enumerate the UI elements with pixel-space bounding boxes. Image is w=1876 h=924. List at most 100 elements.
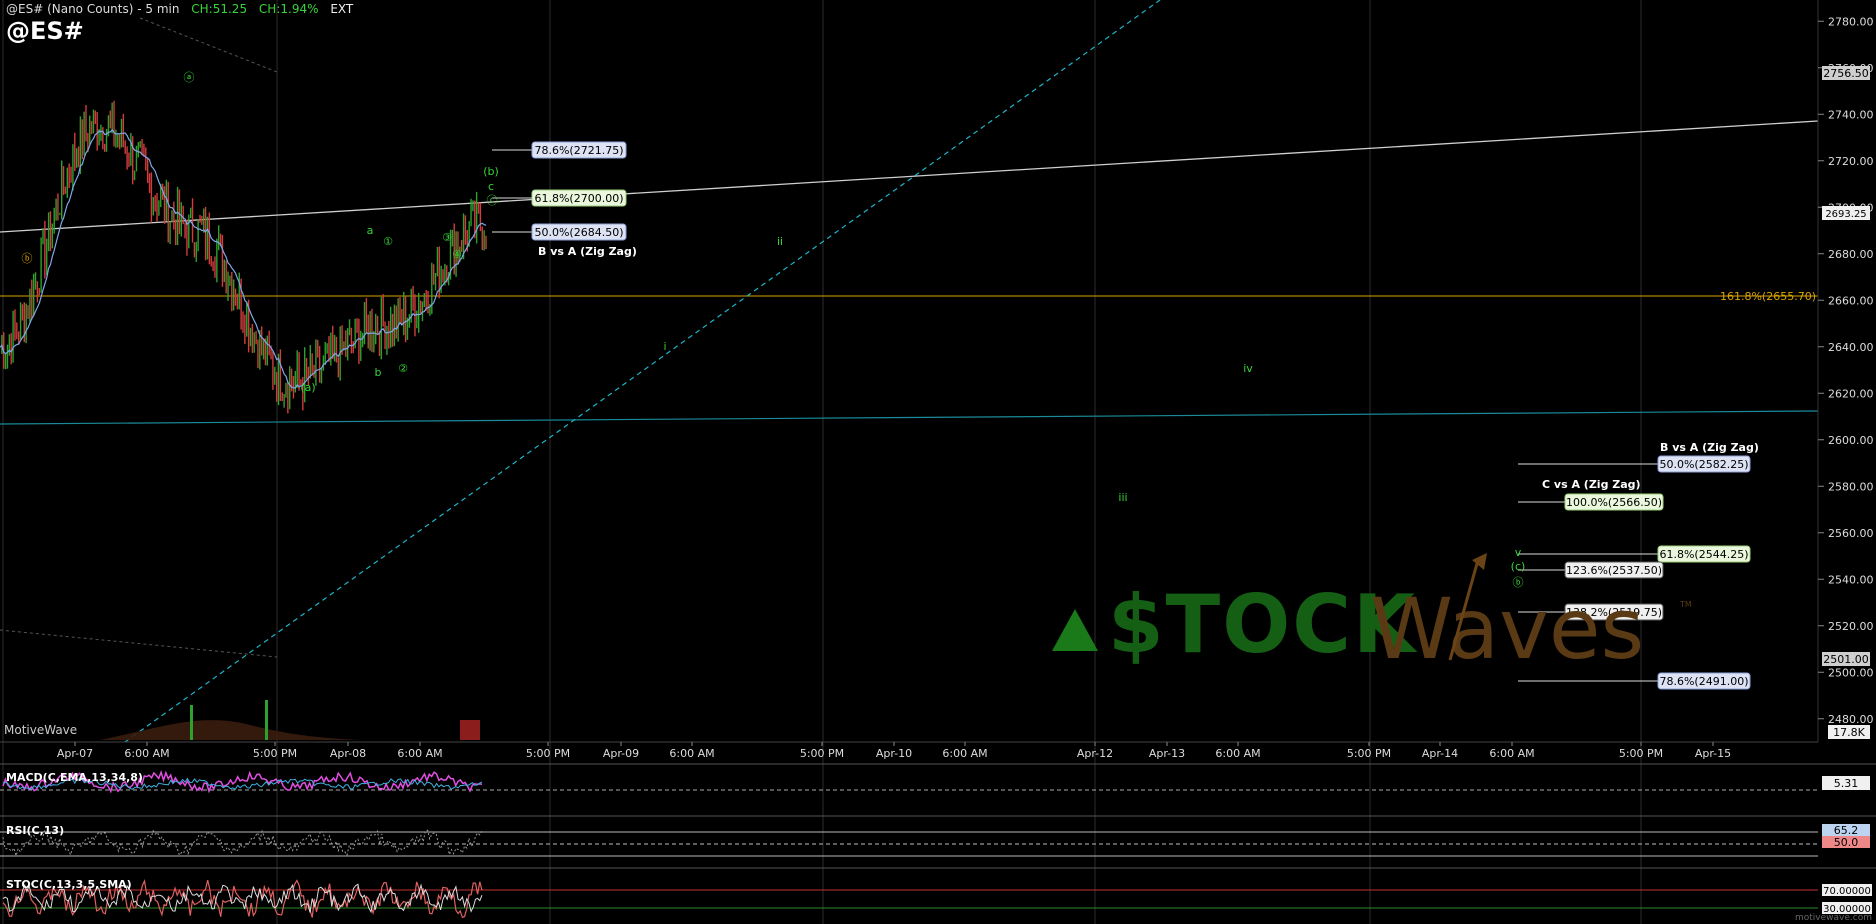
footer-credit: motivewave.com xyxy=(1795,913,1872,923)
svg-text:100.0%(2566.50): 100.0%(2566.50) xyxy=(1566,496,1662,509)
price-tick-label: 2620.00 xyxy=(1828,387,1874,400)
time-tick-label: Apr-15 xyxy=(1695,747,1731,760)
wave-label-iii: iii xyxy=(1118,491,1127,504)
channel-line-teal[interactable] xyxy=(0,410,1819,425)
wave-label-1: ① xyxy=(383,235,393,248)
time-tick-label: Apr-12 xyxy=(1077,747,1113,760)
svg-text:17.8K: 17.8K xyxy=(1833,726,1865,739)
stoc-panel[interactable]: 70.00000 30.00000 xyxy=(0,867,1876,919)
fib-box-upper-618[interactable]: 61.8%(2700.00) xyxy=(531,189,627,207)
price-tick-label: 2780.00 xyxy=(1828,15,1874,28)
time-tick-label: 6:00 AM xyxy=(1215,747,1260,760)
time-tick-label: 6:00 AM xyxy=(669,747,714,760)
price-tick-label: 2560.00 xyxy=(1828,527,1874,540)
price-marker-current: 2693.25 xyxy=(1822,206,1870,220)
svg-text:2501.00: 2501.00 xyxy=(1823,653,1869,666)
price-marker-high: 2756.50 xyxy=(1822,66,1870,80)
svg-text:123.6%(2537.50): 123.6%(2537.50) xyxy=(1566,564,1662,577)
fib-lower-b-title: B vs A (Zig Zag) xyxy=(1660,441,1759,454)
svg-text:2756.50: 2756.50 xyxy=(1823,67,1869,80)
price-tick-label: 2600.00 xyxy=(1828,434,1874,447)
time-tick-label: 5:00 PM xyxy=(1347,747,1391,760)
price-marker-low: 2501.00 xyxy=(1822,652,1870,666)
wave-label-b-circled: ⓑ xyxy=(22,252,33,265)
price-tick-label: 2480.00 xyxy=(1828,713,1874,726)
price-series xyxy=(0,100,487,414)
price-tick-label: 2520.00 xyxy=(1828,620,1874,633)
channel-line-white[interactable] xyxy=(0,120,1819,233)
price-tick-label: 2640.00 xyxy=(1828,341,1874,354)
time-tick-label: Apr-07 xyxy=(57,747,93,760)
fib-box-lower-c-1000[interactable]: 100.0%(2566.50) xyxy=(1564,493,1664,511)
time-tick-label: 6:00 AM xyxy=(942,747,987,760)
price-tick-label: 2740.00 xyxy=(1828,108,1874,121)
time-tick-label: Apr-14 xyxy=(1422,747,1458,760)
price-axis: 2780.002760.002740.002720.002700.002680.… xyxy=(1817,0,1874,742)
session-separators xyxy=(2,0,1642,924)
wave-label-c-circled: ⓒ xyxy=(487,194,498,207)
time-tick-label: 5:00 PM xyxy=(253,747,297,760)
price-tick-label: 2720.00 xyxy=(1828,155,1874,168)
price-tick-label: 2540.00 xyxy=(1828,573,1874,586)
svg-text:5.31: 5.31 xyxy=(1834,777,1859,790)
wave-label-a: a xyxy=(367,224,374,237)
price-tick-label: 2660.00 xyxy=(1828,294,1874,307)
time-tick-label: 5:00 PM xyxy=(800,747,844,760)
svg-text:Waves: Waves xyxy=(1370,580,1644,678)
wave-label-ii: ii xyxy=(777,235,783,248)
dotted-trend-lines xyxy=(0,17,278,658)
svg-text:61.8%(2700.00): 61.8%(2700.00) xyxy=(534,192,623,205)
fib-box-upper-500[interactable]: 50.0%(2684.50) xyxy=(531,223,627,241)
chart-canvas[interactable]: 78.6%(2721.75) 61.8%(2700.00) 50.0%(2684… xyxy=(0,0,1876,924)
macd-panel[interactable]: 5.31 xyxy=(0,763,1876,794)
price-tick-label: 2500.00 xyxy=(1828,666,1874,679)
wave-label-a-circled: ⓐ xyxy=(184,71,195,84)
svg-text:70.00000: 70.00000 xyxy=(1823,886,1871,897)
svg-text:50.0%(2582.25): 50.0%(2582.25) xyxy=(1659,458,1748,471)
svg-text:50.0%(2684.50): 50.0%(2684.50) xyxy=(534,226,623,239)
fib-upper-title: B vs A (Zig Zag) xyxy=(538,245,637,258)
wave-label-3: ③ xyxy=(442,231,452,244)
time-tick-label: Apr-09 xyxy=(603,747,639,760)
wave-label-4: ④ xyxy=(452,248,462,261)
fib-box-lower-b-786[interactable]: 78.6%(2491.00) xyxy=(1657,672,1751,690)
wave-label-2: ② xyxy=(398,362,408,375)
svg-text:78.6%(2721.75): 78.6%(2721.75) xyxy=(534,144,623,157)
time-tick-label: 6:00 AM xyxy=(397,747,442,760)
macd-label: MACD(C,EMA,13,34,8) xyxy=(6,771,143,784)
wave-label-b: b xyxy=(375,366,382,379)
brand-label: MotiveWave xyxy=(4,723,78,737)
chart-header: @ES# (Nano Counts) - 5 min CH:51.25 CH:1… xyxy=(6,2,353,16)
time-axis: Apr-07 6:00 AM 5:00 PM Apr-08 6:00 AM 5:00 PM… xyxy=(0,741,1818,760)
fib-box-lower-b-500[interactable]: 50.0%(2582.25) xyxy=(1657,455,1751,473)
change-percent: CH:1.94% xyxy=(258,2,319,16)
wave-label-iv: iv xyxy=(1243,362,1253,375)
time-tick-label: Apr-08 xyxy=(330,747,366,760)
stoc-label: STOC(C,13,3,5,SMA) xyxy=(6,878,132,891)
wave-label-c-paren: (c) xyxy=(1511,560,1526,573)
fib-lower-c-title: C vs A (Zig Zag) xyxy=(1542,478,1641,491)
wave-label-v: v xyxy=(1515,546,1522,559)
svg-text:TM: TM xyxy=(1679,600,1692,609)
svg-text:2693.25: 2693.25 xyxy=(1825,209,1866,220)
time-tick-label: 5:00 PM xyxy=(1619,747,1663,760)
time-tick-label: Apr-10 xyxy=(876,747,912,760)
svg-text:50.0: 50.0 xyxy=(1834,836,1859,849)
rsi-panel[interactable]: 65.2 50.0 xyxy=(0,815,1876,858)
wave-label-b-paren: (b) xyxy=(483,165,499,178)
price-tick-label: 2580.00 xyxy=(1828,480,1874,493)
session-label: EXT xyxy=(330,2,354,16)
wave-label-i: i xyxy=(663,340,666,353)
fib-box-lower-c-1236[interactable]: 123.6%(2537.50) xyxy=(1564,561,1664,579)
rsi-label: RSI(C,13) xyxy=(6,824,65,837)
wave-label-c: c xyxy=(488,180,494,193)
time-tick-label: Apr-13 xyxy=(1149,747,1185,760)
time-tick-label: 6:00 AM xyxy=(124,747,169,760)
volume-value: 17.8K xyxy=(1828,725,1870,739)
fib-box-upper-786[interactable]: 78.6%(2721.75) xyxy=(531,141,627,159)
fib-upper-lines xyxy=(492,149,532,233)
time-tick-label: 6:00 AM xyxy=(1489,747,1534,760)
fib-box-lower-b-618[interactable]: 61.8%(2544.25) xyxy=(1657,545,1751,563)
svg-text:61.8%(2544.25): 61.8%(2544.25) xyxy=(1659,548,1748,561)
symbol-line: @ES# (Nano Counts) - 5 min xyxy=(6,2,180,16)
